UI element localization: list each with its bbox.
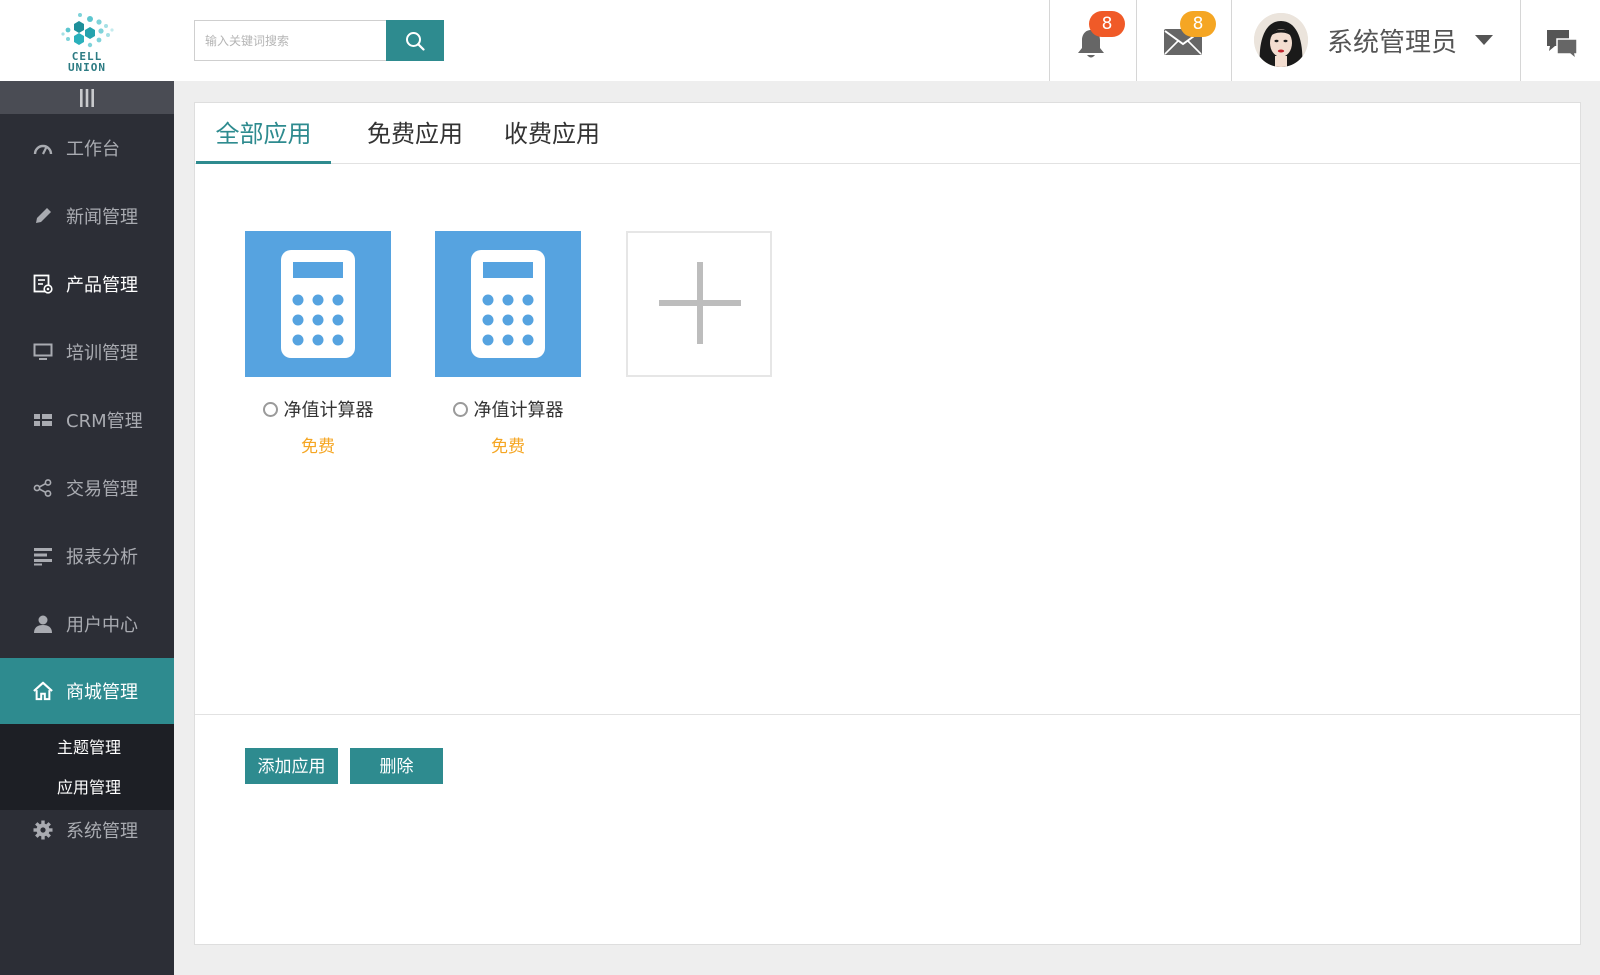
pencil-icon [33,206,53,226]
sidebar-item-workbench[interactable]: 工作台 [0,114,174,182]
sidebar-item-news[interactable]: 新闻管理 [0,182,174,250]
sidebar-toggle[interactable] [0,81,174,114]
sidebar-item-system[interactable]: 系统管理 [0,810,174,850]
chevron-down-icon [1475,35,1494,45]
logo-cells-icon [61,13,114,48]
sidebar-item-users[interactable]: 用户中心 [0,590,174,658]
add-app-button[interactable]: 添加应用 [245,748,338,784]
app-card: 净值计算器 免费 [245,231,391,457]
divider [1231,0,1232,81]
search-button[interactable] [386,20,444,61]
grid-icon [33,410,53,430]
search-box [194,20,444,61]
sidebar-item-label: 系统管理 [66,821,138,842]
app-name-row: 净值计算器 [435,396,581,422]
sidebar-item-training[interactable]: 培训管理 [0,318,174,386]
avatar [1254,13,1308,67]
sidebar-item-products[interactable]: 产品管理 [0,250,174,318]
sidebar-item-reports[interactable]: 报表分析 [0,522,174,590]
sidebar-item-trading[interactable]: 交易管理 [0,454,174,522]
monitor-icon [33,342,53,362]
divider [1520,0,1521,81]
chat-button[interactable] [1545,28,1581,62]
action-bar: 添加应用 删除 [195,714,1580,784]
calculator-icon [281,250,355,358]
submenu-item-themes[interactable]: 主题管理 [0,728,174,768]
app-name: 净值计算器 [283,400,374,421]
user-menu[interactable]: 系统管理员 [1254,12,1494,68]
app-tile[interactable] [245,231,391,377]
sidebar-item-label: CRM管理 [66,411,143,432]
sidebar-item-label: 培训管理 [66,343,138,364]
sidebar-item-label: 新闻管理 [66,207,138,228]
mall-submenu: 主题管理 应用管理 [0,724,174,810]
app-card: 净值计算器 免费 [435,231,581,457]
user-icon [33,614,53,634]
logo: CELL UNION [54,10,120,74]
app-name: 净值计算器 [473,400,564,421]
logo-text: CELL UNION [67,50,107,74]
dashboard-icon [33,138,53,158]
messages-badge: 8 [1180,11,1216,37]
sidebar-item-label: 产品管理 [66,275,138,296]
user-name: 系统管理员 [1327,27,1458,58]
sidebar: 工作台 新闻管理 产品管理 培训管理 CRM管理 交易管理 报表分析 用户中心 … [0,81,174,975]
tab-all-apps[interactable]: 全部应用 [196,103,331,164]
app-tile[interactable] [435,231,581,377]
sidebar-item-label: 交易管理 [66,479,138,500]
app-tabs: 全部应用 免费应用 收费应用 [195,103,1580,164]
sidebar-item-label: 商城管理 [66,682,138,703]
app-price: 免费 [491,437,525,457]
delete-button[interactable]: 删除 [350,748,443,784]
sidebar-item-label: 用户中心 [66,615,138,636]
search-icon [406,31,425,51]
home-icon [33,681,53,701]
search-input[interactable] [194,20,386,61]
tab-paid-apps[interactable]: 收费应用 [502,103,602,164]
sidebar-item-mall[interactable]: 商城管理 [0,658,174,724]
sidebar-item-label: 工作台 [66,139,120,160]
main-panel: 全部应用 免费应用 收费应用 净值计算器 免费 净值计算器 免费 添加应用 删除 [194,102,1581,945]
app-price: 免费 [301,437,335,457]
app-name-row: 净值计算器 [245,396,391,422]
calculator-icon [471,250,545,358]
sidebar-item-label: 报表分析 [66,547,138,568]
menu-bars-icon [80,88,94,107]
tab-free-apps[interactable]: 免费应用 [365,103,465,164]
share-icon [33,478,53,498]
gear-icon [33,820,53,840]
submenu-item-apps[interactable]: 应用管理 [0,768,174,808]
top-bar: CELL UNION 8 8 [0,0,1600,81]
notifications-badge: 8 [1089,11,1125,37]
product-icon [33,274,53,294]
add-app-tile[interactable] [626,231,772,377]
divider [1136,0,1137,81]
chat-icon [1547,30,1578,61]
report-icon [33,546,53,566]
plus-icon [659,262,741,344]
sidebar-item-crm[interactable]: CRM管理 [0,386,174,454]
app-select-radio[interactable] [262,401,278,417]
divider [1049,0,1050,81]
app-select-radio[interactable] [452,401,468,417]
